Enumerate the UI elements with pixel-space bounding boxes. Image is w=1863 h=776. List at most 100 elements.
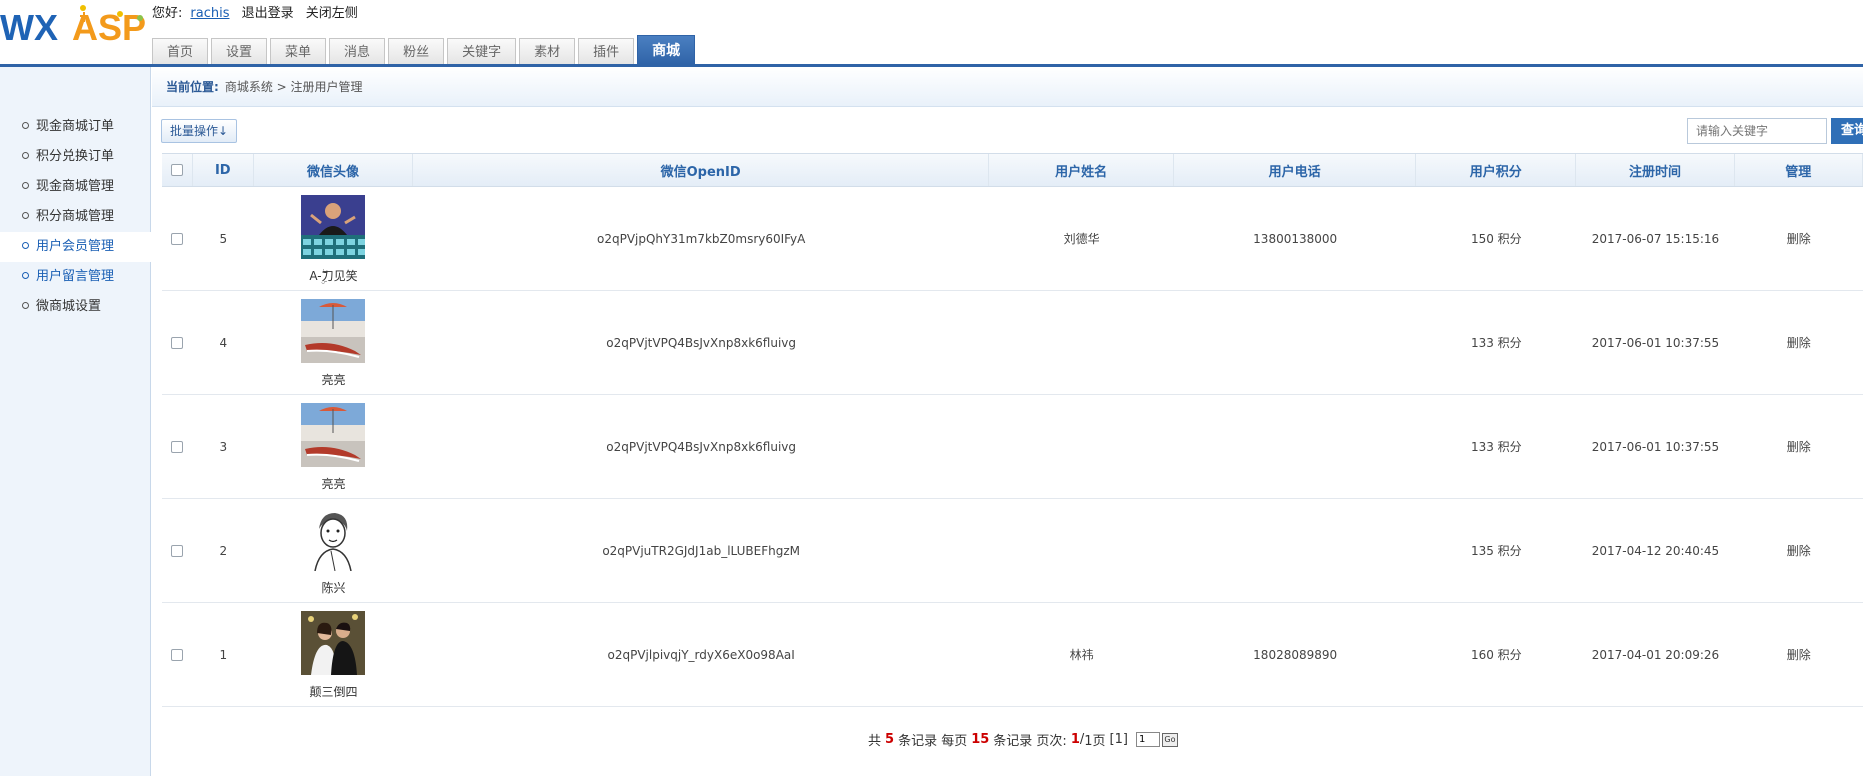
delete-link[interactable]: 删除	[1735, 499, 1863, 602]
sidebar-item-2[interactable]: 现金商城管理	[0, 172, 151, 202]
delete-link[interactable]: 删除	[1735, 603, 1863, 706]
nav-tab-8[interactable]: 商城	[637, 35, 696, 65]
sidebar-item-4[interactable]: 用户会员管理	[0, 232, 152, 262]
sidebar-item-3[interactable]: 积分商城管理	[0, 202, 151, 232]
cell-phone: 18028089890	[1253, 647, 1338, 662]
sidebar-item-label: 用户会员管理	[36, 239, 115, 254]
logout-link[interactable]: 退出登录	[242, 6, 294, 21]
pager-current: 1	[1070, 732, 1080, 747]
delete-link[interactable]: 删除	[1735, 395, 1863, 498]
cell-points: 150 积分	[1470, 232, 1522, 246]
breadcrumb-path: 商城系统 > 注册用户管理	[224, 80, 363, 94]
cell-name: 林祎	[1069, 648, 1094, 662]
header: WX ASP 您好: rachis 退出登录 关闭左侧 首页 设置 菜单 消息 粉丝 关键字…	[0, 0, 1863, 68]
cell-id: 1	[219, 647, 228, 662]
table-header: ID 微信头像 微信OpenID 用户姓名 用户电话 用户积分 注册时间 管理	[162, 153, 1863, 187]
sidebar-item-1[interactable]: 积分兑换订单	[0, 142, 151, 172]
sidebar-menu: 现金商城订单积分兑换订单现金商城管理 积分商城管理 用户会员管理 用户留言管理 微商城设…	[0, 112, 152, 322]
header-phone: 用户电话	[1174, 154, 1417, 186]
search-input[interactable]	[1687, 118, 1827, 144]
nav-tab-7[interactable]: 插件	[578, 38, 635, 65]
cell-avatar: A-ۣۖ刀见笑	[254, 187, 413, 290]
pager-per-page-suffix: 条记录 页次:	[993, 734, 1067, 749]
nav-tab-3[interactable]: 消息	[329, 38, 386, 65]
cell-phone	[1174, 291, 1416, 394]
cell-openid: o2qPVjtVPQ4BsJvXnp8xk6fluivg	[606, 439, 797, 454]
bullet-icon	[22, 212, 29, 219]
row-select-cell	[162, 603, 193, 706]
select-all-checkbox[interactable]	[170, 164, 183, 176]
table-row: 5 A-ۣۖ刀见笑 o2qPVjpQhY31m7kbZ0msry60IFyA 刘德华 1…	[162, 187, 1863, 291]
header-id: ID	[193, 154, 254, 186]
close-left-link[interactable]: 关闭左侧	[306, 6, 358, 21]
cell-openid: o2qPVjlpivqjY_rdyX6eX0o98AaI	[607, 647, 795, 662]
cell-phone: 13800138000	[1253, 231, 1338, 246]
row-checkbox[interactable]	[171, 336, 184, 349]
sidebar-item-label: 现金商城管理	[36, 179, 115, 194]
sidebar-item-0[interactable]: 现金商城订单	[0, 112, 151, 142]
svg-text:WX: WX	[0, 7, 58, 48]
avatar	[301, 403, 366, 467]
cell-openid: o2qPVjuTR2GJdJ1ab_lLUBEFhgzM	[602, 543, 800, 558]
go-button[interactable]: Go	[1161, 732, 1178, 747]
nav-tab-4[interactable]: 粉丝	[388, 38, 445, 65]
cell-reg-time: 2017-04-01 20:09:26	[1591, 647, 1720, 662]
table-row: 4 亮亮 o2qPVjtVPQ4BsJvXnp8xk6fluivg 133 积分 201…	[162, 291, 1863, 395]
cell-id: 2	[219, 543, 228, 558]
sidebar-item-label: 用户留言管理	[36, 269, 115, 284]
sidebar-item-label: 微商城设置	[36, 299, 102, 314]
cell-nickname: A-ۣۖ刀见笑	[309, 269, 358, 283]
pagination: 共 5 条记录 每页 15 条记录 页次: 1/1页 [1] Go	[868, 730, 1178, 749]
delete-link[interactable]: 删除	[1735, 291, 1863, 394]
batch-operation-button[interactable]: 批量操作↓	[161, 119, 238, 143]
bullet-icon	[22, 272, 29, 279]
pager-pages: 1页	[1084, 734, 1106, 749]
sidebar-item-6[interactable]: 微商城设置	[0, 292, 151, 322]
header-reg-time: 注册时间	[1576, 154, 1735, 186]
row-checkbox[interactable]	[171, 232, 184, 245]
cell-nickname: 亮亮	[321, 373, 346, 387]
nav-tab-2[interactable]: 菜单	[270, 38, 327, 65]
cell-points: 160 积分	[1470, 648, 1522, 662]
nav-tab-0[interactable]: 首页	[152, 38, 209, 65]
delete-link[interactable]: 删除	[1735, 187, 1863, 290]
header-points: 用户积分	[1416, 154, 1577, 186]
cell-openid: o2qPVjtVPQ4BsJvXnp8xk6fluivg	[606, 335, 797, 350]
nav-tab-6[interactable]: 素材	[519, 38, 576, 65]
cell-id: 3	[219, 439, 228, 454]
cell-name: 刘德华	[1063, 232, 1100, 246]
cell-nickname: 陈兴	[321, 581, 346, 595]
row-checkbox[interactable]	[171, 648, 184, 661]
nav-tab-5[interactable]: 关键字	[447, 38, 517, 65]
cell-avatar: 陈兴	[254, 499, 413, 602]
avatar	[301, 507, 366, 572]
bullet-icon	[22, 242, 29, 249]
table-body: 5 A-ۣۖ刀见笑 o2qPVjpQhY31m7kbZ0msry60IFyA 刘德华 1…	[162, 187, 1863, 707]
cell-reg-time: 2017-06-01 10:37:55	[1591, 335, 1720, 350]
sidebar-item-5[interactable]: 用户留言管理	[0, 262, 151, 292]
sidebar: 现金商城订单积分兑换订单现金商城管理 积分商城管理 用户会员管理 用户留言管理 微商城设…	[0, 67, 152, 776]
cell-phone	[1174, 395, 1416, 498]
cell-id: 5	[219, 231, 228, 246]
nav-tab-1[interactable]: 设置	[211, 38, 268, 65]
sidebar-item-label: 积分商城管理	[36, 209, 115, 224]
username-link[interactable]: rachis	[190, 6, 229, 21]
avatar	[301, 195, 366, 259]
pager-page-links[interactable]: [1]	[1110, 732, 1128, 747]
page-number-input[interactable]	[1135, 732, 1160, 747]
row-checkbox[interactable]	[171, 544, 184, 557]
cell-openid: o2qPVjpQhY31m7kbZ0msry60IFyA	[597, 231, 806, 246]
bullet-icon	[22, 302, 29, 309]
row-checkbox[interactable]	[171, 440, 184, 453]
user-bar: 您好: rachis 退出登录 关闭左侧	[152, 2, 366, 21]
header-select-all	[162, 154, 193, 186]
cell-reg-time: 2017-04-12 20:40:45	[1591, 543, 1720, 558]
row-select-cell	[162, 395, 193, 498]
row-select-cell	[162, 499, 193, 602]
sidebar-item-label: 现金商城订单	[36, 119, 115, 134]
header-name: 用户姓名	[989, 154, 1175, 186]
pager-total-prefix: 共	[868, 734, 882, 749]
table-row: 1 颠三倒四 o2qPVjlpivqjY_rdyX6eX0o98AaI 林祎 18028…	[162, 603, 1863, 707]
cell-reg-time: 2017-06-07 15:15:16	[1591, 231, 1720, 246]
search-button[interactable]: 查询	[1831, 118, 1863, 144]
